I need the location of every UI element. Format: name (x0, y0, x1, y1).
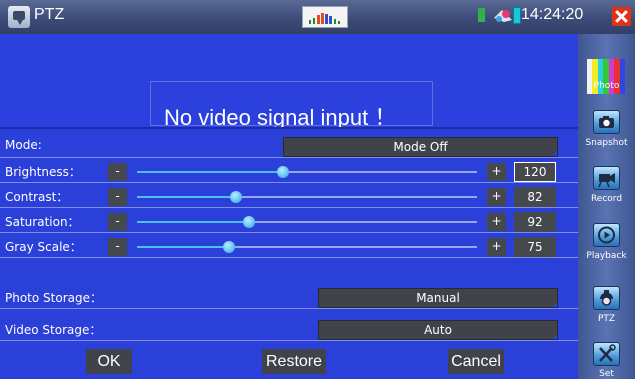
saturation-value[interactable]: 92 (514, 212, 556, 232)
saturation-slider-handle[interactable] (243, 216, 256, 228)
video-storage-label: Video Storage： (5, 323, 102, 337)
photo-storage-dropdown[interactable]: Manual (318, 288, 558, 308)
tools-icon (593, 342, 620, 366)
contrast-value[interactable]: 82 (514, 187, 556, 207)
contrast-label: Contrast： (5, 190, 69, 204)
mode-row: Mode: Mode Off (0, 134, 578, 158)
sidebar-label-set: Set (599, 369, 614, 379)
video-storage-dropdown[interactable]: Auto (318, 320, 558, 340)
sidebar-item-record[interactable]: Record (578, 164, 635, 214)
photo-storage-label: Photo Storage： (5, 291, 102, 305)
photo-storage-row: Photo Storage： Manual (0, 285, 578, 309)
clock: 14:24:20 (521, 6, 584, 23)
contrast-slider-handle[interactable] (229, 191, 242, 203)
contrast-slider-fill (137, 196, 236, 198)
saturation-slider-fill (137, 221, 250, 223)
grayscale-slider-fill (137, 246, 229, 248)
sidebar-item-playback[interactable]: Playback (578, 221, 635, 271)
grayscale-decrease-button[interactable]: - (108, 238, 127, 256)
sd-card-icon (478, 8, 485, 22)
network-icon (494, 10, 512, 22)
sidebar-item-snapshot[interactable]: Snapshot (578, 108, 635, 158)
ok-button[interactable]: OK (86, 349, 132, 374)
saturation-decrease-button[interactable]: - (108, 213, 127, 231)
contrast-row: Contrast： - + 82 (0, 184, 578, 208)
grayscale-increase-button[interactable]: + (487, 238, 506, 256)
mode-label: Mode: (5, 138, 42, 152)
grayscale-label: Gray Scale： (5, 240, 82, 254)
contrast-increase-button[interactable]: + (487, 188, 506, 206)
grayscale-slider[interactable] (137, 241, 477, 253)
camera-icon (593, 110, 620, 134)
cancel-button[interactable]: Cancel (448, 349, 504, 374)
mode-dropdown[interactable]: Mode Off (283, 137, 558, 157)
app-camera-icon (8, 6, 30, 28)
title-bar: PTZ 14:24:20 (0, 0, 635, 34)
contrast-slider[interactable] (137, 191, 477, 203)
saturation-row: Saturation： - + 92 (0, 209, 578, 233)
grayscale-slider-handle[interactable] (222, 241, 235, 253)
restore-button[interactable]: Restore (262, 349, 326, 374)
play-icon (593, 223, 620, 247)
sidebar-label-photo: Photo (593, 81, 620, 91)
video-storage-row: Video Storage： Auto (0, 317, 578, 341)
saturation-slider[interactable] (137, 216, 477, 228)
ptz-camera-icon (593, 286, 620, 310)
app-title: PTZ (34, 6, 65, 23)
battery-icon (513, 7, 521, 24)
saturation-label: Saturation： (5, 215, 80, 229)
sidebar-item-photo[interactable]: Photo (578, 46, 635, 106)
sidebar-label-playback: Playback (586, 251, 627, 261)
sidebar: Photo Snapshot Record Playback PTZ Set (578, 34, 635, 379)
brightness-slider[interactable] (137, 166, 477, 178)
sidebar-item-set[interactable]: Set (578, 340, 635, 379)
brightness-label: Brightness： (5, 165, 81, 179)
settings-panel: Mode: Mode Off Brightness： - + 120 Contr… (0, 127, 578, 379)
sidebar-label-record: Record (590, 194, 623, 204)
brightness-increase-button[interactable]: + (487, 163, 506, 181)
brightness-slider-fill (137, 171, 284, 173)
signal-meter-icon (302, 6, 348, 28)
sidebar-label-snapshot: Snapshot (585, 138, 628, 148)
close-button[interactable] (612, 7, 631, 26)
sidebar-item-ptz[interactable]: PTZ (578, 284, 635, 334)
grayscale-row: Gray Scale： - + 75 (0, 234, 578, 258)
brightness-slider-handle[interactable] (277, 166, 290, 178)
grayscale-value[interactable]: 75 (514, 237, 556, 257)
brightness-decrease-button[interactable]: - (108, 163, 127, 181)
saturation-increase-button[interactable]: + (487, 213, 506, 231)
contrast-decrease-button[interactable]: - (108, 188, 127, 206)
video-camera-icon (593, 166, 620, 190)
brightness-value[interactable]: 120 (514, 162, 556, 182)
brightness-row: Brightness： - + 120 (0, 159, 578, 183)
sidebar-label-ptz: PTZ (597, 314, 616, 324)
